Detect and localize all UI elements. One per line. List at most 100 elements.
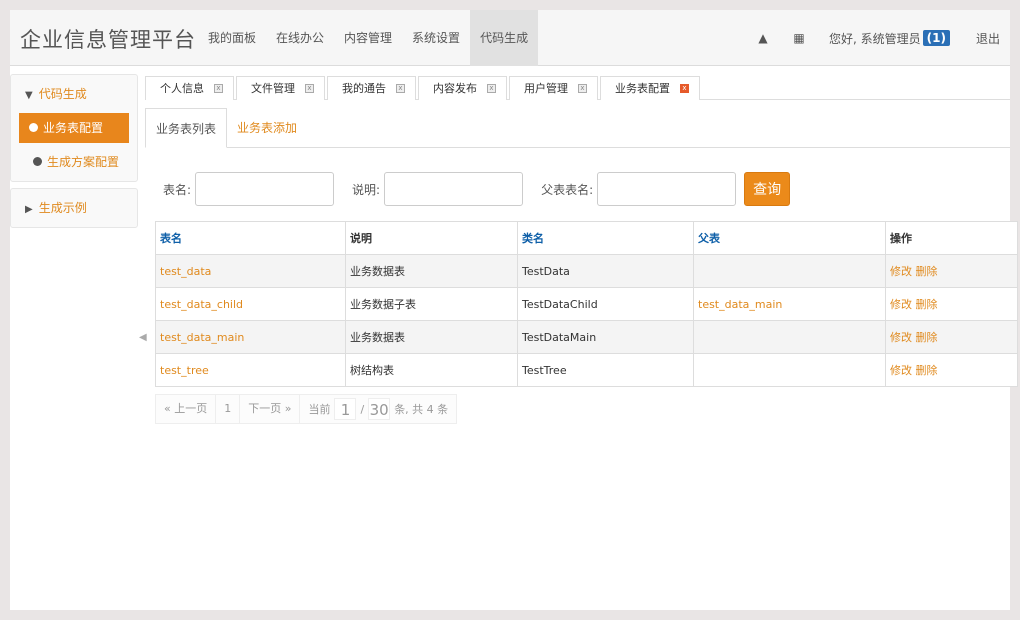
close-icon[interactable]: x (487, 84, 496, 93)
app-frame: 企业信息管理平台 我的面板 在线办公 内容管理 系统设置 代码生成 ▲ ▦ 您好… (10, 10, 1018, 610)
table-name-input[interactable] (195, 172, 335, 206)
edit-link[interactable]: 修改 (890, 265, 912, 278)
comment-label: 说明: (352, 182, 381, 197)
tab-users[interactable]: 用户管理 x (509, 76, 598, 100)
sidebar-item-table-config[interactable]: 业务表配置 (19, 113, 129, 143)
top-right-area: ▲ ▦ 您好, 系统管理员 (1) 退出 (745, 10, 1000, 66)
sidebar-group-header-examples[interactable]: ▶ 生成示例 (11, 189, 137, 227)
page-tabs: 个人信息 x 文件管理 x 我的通告 x 内容发布 x 用户管理 x 业务表配置 x (145, 76, 1010, 100)
table-name-link[interactable]: test_data_main (160, 331, 244, 344)
close-icon[interactable]: x (214, 84, 223, 93)
close-icon[interactable]: x (680, 84, 689, 93)
column-header-actions: 操作 (885, 221, 1018, 255)
tab-table-config[interactable]: 业务表配置 x (600, 76, 700, 100)
tab-publish[interactable]: 内容发布 x (418, 76, 507, 100)
comment-cell: 业务数据子表 (345, 287, 518, 321)
query-button[interactable]: 查询 (744, 172, 791, 206)
column-header-comment: 说明 (345, 221, 518, 255)
sub-tabs: 业务表列表 业务表添加 (145, 108, 1010, 148)
tab-label: 我的通告 (342, 81, 386, 95)
greeting-text: 您好, 系统管理员 (829, 31, 921, 46)
sidebar-group-label: 生成示例 (38, 201, 87, 215)
class-name-cell: TestTree (517, 353, 694, 387)
page-1-button[interactable]: 1 (216, 394, 241, 424)
page-info: 当前 1 / 30 条, 共 4 条 (300, 398, 456, 420)
table-name-link[interactable]: test_data (160, 265, 211, 278)
nav-codegen[interactable]: 代码生成 (470, 10, 539, 66)
close-icon[interactable]: x (578, 84, 587, 93)
column-header-table-name[interactable]: 表名 (155, 221, 346, 255)
edit-link[interactable]: 修改 (890, 298, 912, 311)
main-nav: 我的面板 在线办公 内容管理 系统设置 代码生成 (198, 10, 539, 66)
tab-notices[interactable]: 我的通告 x (327, 76, 416, 100)
table-row: test_data 业务数据表 TestData 修改 删除 (155, 254, 1018, 288)
class-name-cell: TestDataMain (517, 320, 694, 354)
table-row: test_data_main 业务数据表 TestDataMain 修改 删除 (155, 320, 1018, 354)
user-greeting[interactable]: 您好, 系统管理员 (1) (829, 30, 950, 47)
tab-files[interactable]: 文件管理 x (236, 76, 325, 100)
edit-link[interactable]: 修改 (890, 364, 912, 377)
table-list: 表名 说明 类名 父表 操作 test_data 业务数据表 TestData … (155, 221, 1018, 387)
home-icon[interactable]: ▲ (751, 31, 775, 45)
table-row: test_data_child 业务数据子表 TestDataChild tes… (155, 287, 1018, 321)
class-name-cell: TestData (517, 254, 694, 288)
current-page-input[interactable]: 1 (334, 398, 357, 420)
sidebar-item-label: 生成方案配置 (47, 155, 120, 169)
nav-office[interactable]: 在线办公 (266, 10, 334, 66)
class-name-cell: TestDataChild (517, 287, 694, 321)
edit-link[interactable]: 修改 (890, 331, 912, 344)
table-name-label: 表名: (163, 182, 192, 197)
sidebar-group-label: 代码生成 (38, 87, 87, 101)
next-page-button[interactable]: 下一页 » (240, 394, 301, 424)
nav-content[interactable]: 内容管理 (334, 10, 402, 66)
table-name-link[interactable]: test_tree (160, 364, 209, 377)
sidebar-item-scheme-config[interactable]: 生成方案配置 (19, 147, 129, 177)
comment-cell: 业务数据表 (345, 254, 518, 288)
column-header-class-name[interactable]: 类名 (517, 221, 694, 255)
nav-settings[interactable]: 系统设置 (402, 10, 470, 66)
tab-label: 文件管理 (251, 81, 295, 95)
main-content: 个人信息 x 文件管理 x 我的通告 x 内容发布 x 用户管理 x 业务表配置 x 业务表… (145, 74, 1018, 610)
page-size-input[interactable]: 30 (368, 398, 391, 420)
subtab-table-list[interactable]: 业务表列表 (145, 108, 228, 148)
current-label: 当前 (308, 403, 331, 416)
subtab-table-add[interactable]: 业务表添加 (227, 108, 307, 148)
grid-icon[interactable]: ▦ (787, 31, 811, 45)
chevron-right-icon: ▶ (25, 204, 33, 215)
comment-input[interactable] (384, 172, 524, 206)
delete-link[interactable]: 删除 (916, 364, 938, 377)
comment-cell: 业务数据表 (345, 320, 518, 354)
sidebar-item-label: 业务表配置 (43, 121, 104, 135)
column-header-parent-table[interactable]: 父表 (693, 221, 886, 255)
circle-arrow-icon (29, 123, 38, 132)
delete-link[interactable]: 删除 (916, 331, 938, 344)
notification-badge[interactable]: (1) (922, 30, 950, 46)
parent-table-input[interactable] (597, 172, 737, 206)
parent-table-link[interactable]: test_data_main (698, 298, 782, 311)
sidebar-group-header-codegen[interactable]: ▼ 代码生成 (11, 75, 137, 113)
close-icon[interactable]: x (396, 84, 405, 93)
logout-link[interactable]: 退出 (976, 30, 1000, 47)
page-separator: / (360, 402, 365, 416)
prev-page-button[interactable]: « 上一页 (156, 394, 217, 424)
sidebar: ▼ 代码生成 业务表配置 生成方案配置 ▶ 生成示例 (10, 74, 138, 610)
tab-profile[interactable]: 个人信息 x (145, 76, 234, 100)
circle-arrow-icon (33, 157, 42, 166)
delete-link[interactable]: 删除 (916, 298, 938, 311)
total-count-text: 条, 共 4 条 (394, 403, 449, 416)
parent-table-label: 父表表名: (541, 182, 594, 197)
tab-label: 业务表配置 (615, 81, 670, 95)
nav-dashboard[interactable]: 我的面板 (198, 10, 266, 66)
tab-label: 用户管理 (524, 81, 568, 95)
brand-title: 企业信息管理平台 (20, 28, 196, 52)
delete-link[interactable]: 删除 (916, 265, 938, 278)
table-header-row: 表名 说明 类名 父表 操作 (155, 221, 1018, 255)
chevron-down-icon: ▼ (25, 90, 33, 101)
pagination: « 上一页 1 下一页 » 当前 1 / 30 条, 共 4 条 (155, 394, 458, 424)
table-name-link[interactable]: test_data_child (160, 298, 243, 311)
close-icon[interactable]: x (305, 84, 314, 93)
sidebar-group-examples: ▶ 生成示例 (10, 188, 138, 228)
tab-label: 内容发布 (433, 81, 477, 95)
sidebar-group-codegen: ▼ 代码生成 业务表配置 生成方案配置 (10, 74, 138, 182)
tab-label: 个人信息 (160, 81, 204, 95)
